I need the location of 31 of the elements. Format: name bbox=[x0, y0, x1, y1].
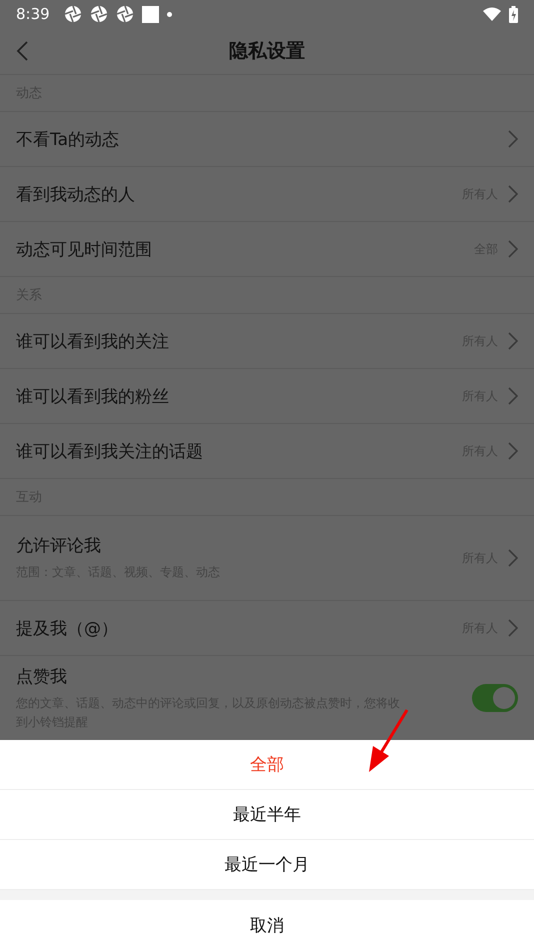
settings-row[interactable]: 不看Ta的动态 bbox=[0, 112, 534, 167]
row-label: 不看Ta的动态 bbox=[16, 128, 119, 150]
row-label: 提及我（@） bbox=[16, 618, 118, 640]
status-time: 8:39 bbox=[16, 5, 50, 23]
square-icon bbox=[142, 6, 159, 22]
row-label: 看到我动态的人 bbox=[16, 184, 135, 206]
battery-icon bbox=[509, 6, 518, 22]
row-label: 谁可以看到我的关注 bbox=[16, 330, 169, 352]
chevron-right-icon bbox=[508, 240, 518, 258]
aperture-icon bbox=[116, 5, 134, 23]
toggle-switch[interactable] bbox=[472, 684, 518, 712]
chevron-right-icon bbox=[508, 387, 518, 405]
back-icon[interactable] bbox=[16, 41, 28, 61]
chevron-right-icon bbox=[508, 130, 518, 148]
wifi-icon bbox=[483, 7, 501, 21]
chevron-right-icon bbox=[508, 619, 518, 637]
aperture-icon bbox=[64, 5, 82, 23]
aperture-icon bbox=[90, 5, 108, 23]
page-title: 隐私设置 bbox=[229, 39, 305, 64]
sheet-option[interactable]: 最近半年 bbox=[0, 790, 534, 840]
chevron-right-icon bbox=[508, 549, 518, 567]
row-label: 点赞我 bbox=[16, 666, 67, 688]
dot-icon bbox=[166, 12, 172, 16]
row-label: 谁可以看到我的粉丝 bbox=[16, 386, 169, 408]
row-label: 谁可以看到我关注的话题 bbox=[16, 440, 203, 462]
chevron-right-icon bbox=[508, 332, 518, 350]
chevron-right-icon bbox=[508, 442, 518, 460]
chevron-right-icon bbox=[508, 185, 518, 203]
cancel-button[interactable]: 取消 bbox=[0, 900, 534, 950]
row-label: 允许评论我 bbox=[16, 535, 101, 558]
row-label: 动态可见时间范围 bbox=[16, 238, 152, 260]
